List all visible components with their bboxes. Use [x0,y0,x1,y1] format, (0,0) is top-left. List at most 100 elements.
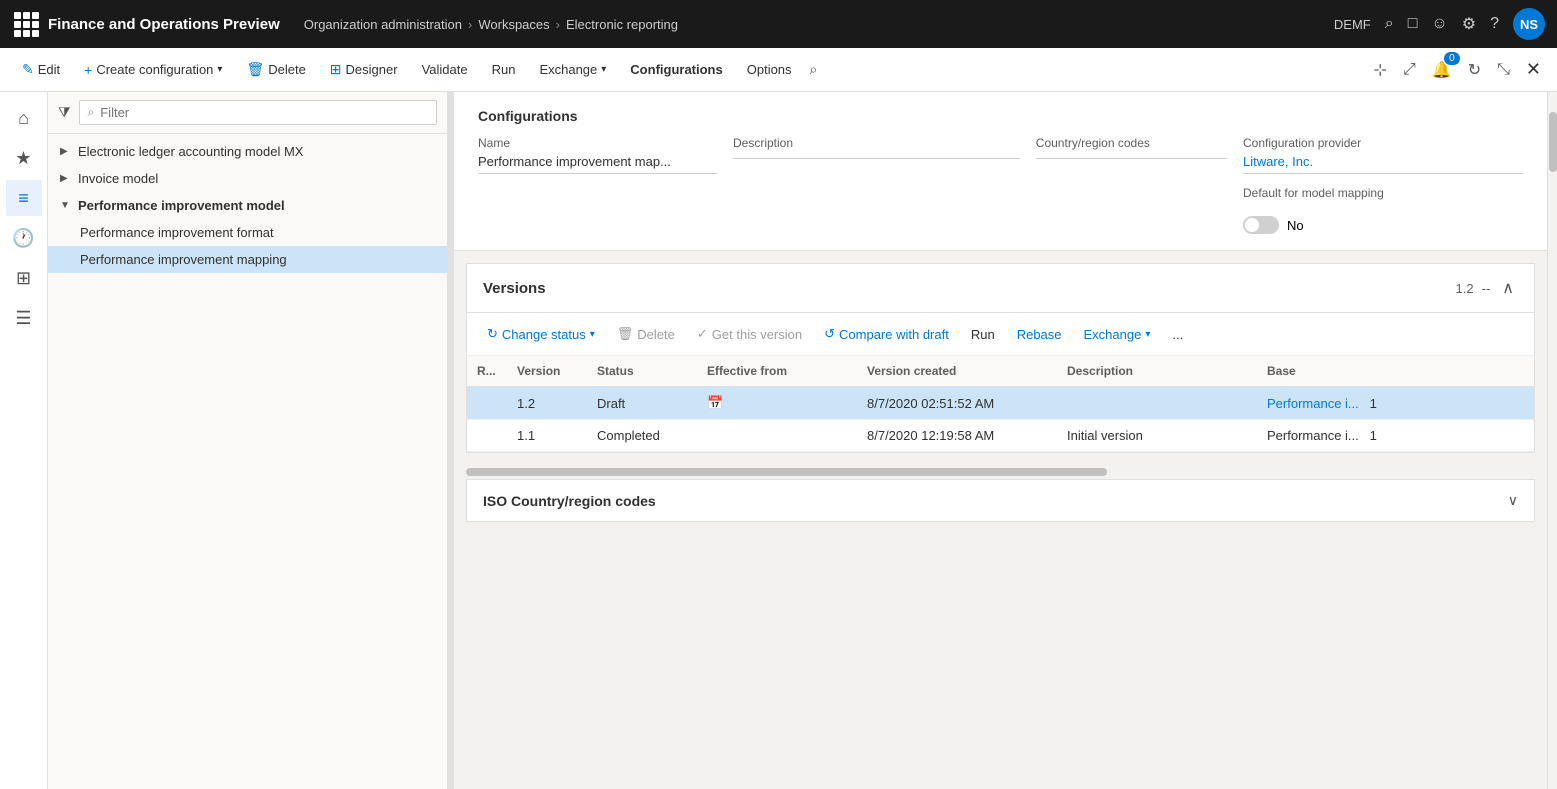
cell-desc-2: Initial version [1057,420,1257,452]
designer-icon: ⊞ [330,61,342,78]
filter-input[interactable] [100,105,428,120]
close-icon[interactable]: ✕ [1522,55,1545,84]
versions-table-wrap: R... Version Status Effective from Versi… [467,356,1534,452]
versions-title: Versions [483,280,1456,297]
tree-item-electronic-ledger[interactable]: Electronic ledger accounting model MX [48,138,447,165]
tree-item-perf-format[interactable]: Performance improvement format [48,219,447,246]
help-icon[interactable]: ? [1490,15,1499,33]
get-version-icon: ✓ [697,326,708,342]
list-icon[interactable]: ☰ [6,300,42,336]
table-row[interactable]: 1.2 Draft 📅 8/7/2020 02:51:52 AM Perform… [467,387,1534,420]
ver-delete-btn[interactable]: 🗑 Delete [609,321,683,347]
home-icon[interactable]: ⌂ [6,100,42,136]
cell-row-2 [467,420,507,452]
col-version: Version [507,356,587,387]
config-name-field: Name Performance improvement map... [478,136,733,234]
toolbar-search-icon[interactable]: ⌕ [810,61,818,78]
base-link-1[interactable]: Performance i... [1267,396,1359,411]
tree-item-perf-model[interactable]: Performance improvement model [48,192,447,219]
change-status-btn[interactable]: ↻ Change status ▾ [479,321,603,347]
iso-title: ISO Country/region codes [483,493,1508,509]
ver-exchange-dropdown-icon: ▾ [1145,329,1150,340]
breadcrumb-er[interactable]: Electronic reporting [566,17,678,32]
content-area: Configurations Name Performance improvem… [454,92,1547,789]
h-scroll-bar[interactable] [466,468,1107,476]
vertical-scrollbar[interactable] [1547,92,1557,789]
versions-table-header-row: R... Version Status Effective from Versi… [467,356,1534,387]
emoji-icon[interactable]: ☺ [1431,15,1447,33]
get-this-version-btn[interactable]: ✓ Get this version [689,321,810,347]
config-provider-label: Configuration provider [1243,136,1523,150]
default-mapping-toggle[interactable] [1243,216,1279,234]
base-num-1: 1 [1370,396,1377,411]
versions-dash: -- [1482,281,1491,296]
cell-base-1: Performance i... 1 [1257,387,1534,420]
waffle-menu[interactable] [12,10,40,38]
create-config-button[interactable]: + Create configuration ▾ [74,56,232,84]
col-effective-from: Effective from [697,356,857,387]
tree-label-perf-format: Performance improvement format [80,225,274,240]
favorites-icon[interactable]: ★ [6,140,42,176]
versions-collapse-btn[interactable]: ∧ [1498,274,1518,302]
exchange-button[interactable]: Exchange ▾ [529,56,616,83]
nav-panel: ⧩ ⌕ Electronic ledger accounting model M… [48,92,448,789]
recent-icon[interactable]: 🕐 [6,220,42,256]
iso-header[interactable]: ISO Country/region codes ∨ [467,480,1534,521]
config-default-mapping-value: No [1287,218,1304,233]
waffle-icon [14,12,39,37]
more-btn[interactable]: ... [1164,322,1191,347]
breadcrumb-workspaces[interactable]: Workspaces [478,17,549,32]
notification-badge: 0 [1444,52,1460,65]
config-default-mapping-label: Default for model mapping [1243,186,1384,200]
config-country-label: Country/region codes [1036,136,1227,150]
toggle-knob [1245,218,1259,232]
config-provider-link[interactable]: Litware, Inc. [1243,154,1313,169]
change-status-icon: ↻ [487,326,498,342]
cell-row-1 [467,387,507,420]
grid-icon[interactable]: ⊞ [6,260,42,296]
tree-arrow-invoice-model [60,173,72,184]
tree-arrow-perf-model [60,200,72,211]
cell-version-2: 1.1 [507,420,587,452]
breadcrumb-org[interactable]: Organization administration [304,17,462,32]
pin-icon[interactable]: ⊹ [1370,56,1391,84]
user-avatar[interactable]: NS [1513,8,1545,40]
col-row: R... [467,356,507,387]
ver-run-btn[interactable]: Run [963,322,1003,347]
run-button[interactable]: Run [482,56,526,83]
popout-icon[interactable]: ⤡ [1493,57,1514,83]
cell-effective-1: 📅 [697,387,857,420]
cell-created-2: 8/7/2020 12:19:58 AM [857,420,1057,452]
table-row[interactable]: 1.1 Completed 8/7/2020 12:19:58 AM Initi… [467,420,1534,452]
validate-button[interactable]: Validate [412,56,478,83]
delete-button[interactable]: 🗑 Delete [236,55,315,84]
tree-label-electronic-ledger: Electronic ledger accounting model MX [78,144,303,159]
ver-exchange-btn[interactable]: Exchange ▾ [1076,322,1159,347]
search-icon[interactable]: ⌕ [1385,15,1394,33]
designer-button[interactable]: ⊞ Designer [320,55,408,84]
settings-icon[interactable]: ⚙ [1462,14,1476,34]
edit-button[interactable]: ✎ Edit [12,55,70,84]
refresh-icon[interactable]: ↻ [1464,56,1485,84]
filter-input-wrap[interactable]: ⌕ [79,100,438,125]
options-button[interactable]: Options [737,56,802,83]
compare-with-draft-btn[interactable]: ↺ Compare with draft [816,321,957,347]
tree-arrow-electronic-ledger [60,146,72,157]
cell-created-1: 8/7/2020 02:51:52 AM [857,387,1057,420]
tree-item-invoice-model[interactable]: Invoice model [48,165,447,192]
action-bar: ✎ Edit + Create configuration ▾ 🗑 Delete… [0,48,1557,92]
configurations-button[interactable]: Configurations [620,56,732,83]
rebase-btn[interactable]: Rebase [1009,322,1070,347]
tree-item-perf-mapping[interactable]: Performance improvement mapping [48,246,447,273]
create-config-dropdown-icon: ▾ [217,64,222,75]
config-name-value: Performance improvement map... [478,154,717,174]
change-status-dropdown-icon: ▾ [590,329,595,340]
expand-icon[interactable]: ⤢ [1399,57,1420,83]
nav-menu-icon[interactable]: ≡ [6,180,42,216]
action-bar-right: ⊹ ⤢ 🔔 0 ↻ ⤡ ✕ [1370,55,1545,84]
calendar-icon[interactable]: 📅 [707,395,723,410]
search-icon-small: ⌕ [88,105,95,120]
comment-icon[interactable]: □ [1408,15,1418,33]
tree-label-invoice-model: Invoice model [78,171,158,186]
tree-label-perf-mapping: Performance improvement mapping [80,252,287,267]
